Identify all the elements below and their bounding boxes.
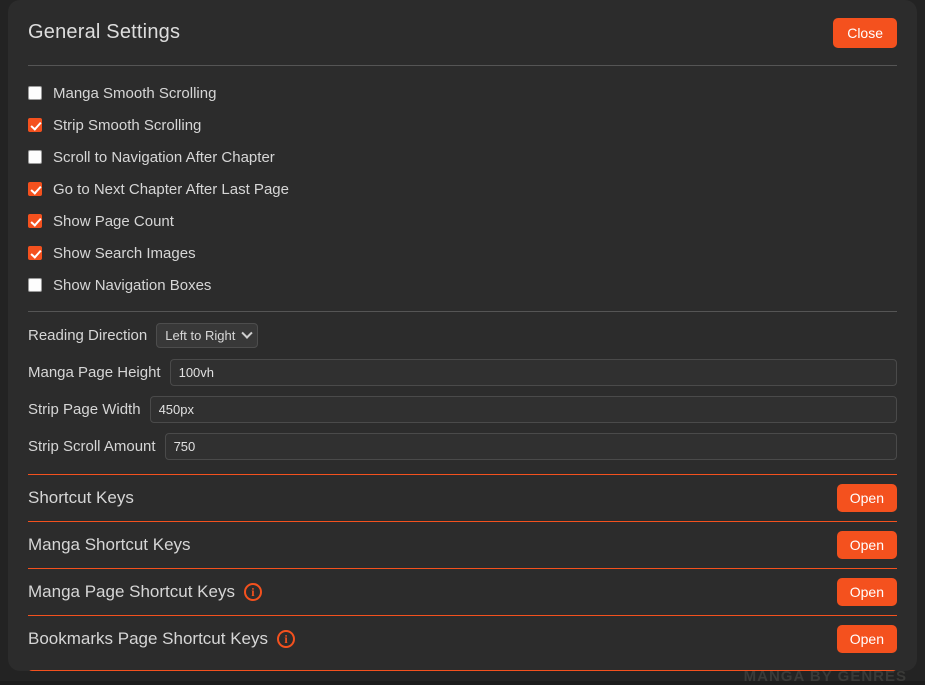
checkbox-label: Show Search Images [53,245,196,262]
checkbox-row-show-navigation-boxes[interactable]: Show Navigation Boxes [28,269,897,301]
close-button-top[interactable]: Close [833,18,897,48]
shortcut-row-manga-page-shortcut-keys: Manga Page Shortcut Keys i Open [28,568,897,615]
open-button-bookmarks-page-shortcut-keys[interactable]: Open [837,625,897,653]
checkbox-row-manga-smooth-scrolling[interactable]: Manga Smooth Scrolling [28,77,897,109]
checkbox-scroll-to-navigation-after-chapter[interactable] [28,150,42,164]
checkbox-label: Manga Smooth Scrolling [53,85,216,102]
shortcut-row-shortcut-keys: Shortcut Keys Open [28,474,897,521]
field-row-strip-scroll-amount: Strip Scroll Amount [28,428,897,465]
shortcut-label: Manga Page Shortcut Keys [28,582,235,602]
info-icon[interactable]: i [277,630,295,648]
shortcut-label: Bookmarks Page Shortcut Keys [28,629,268,649]
info-icon[interactable]: i [244,583,262,601]
checkbox-label: Go to Next Chapter After Last Page [53,181,289,198]
strip-scroll-amount-label: Strip Scroll Amount [28,438,156,455]
strip-scroll-amount-input[interactable] [165,433,897,460]
chevron-down-icon [242,327,253,338]
manga-page-height-label: Manga Page Height [28,364,161,381]
shortcut-label: Manga Shortcut Keys [28,535,191,555]
checkbox-manga-smooth-scrolling[interactable] [28,86,42,100]
shortcut-row-manga-shortcut-keys: Manga Shortcut Keys Open [28,521,897,568]
checkbox-row-show-page-count[interactable]: Show Page Count [28,205,897,237]
shortcut-label-wrap: Bookmarks Page Shortcut Keys i [28,629,295,649]
checkbox-group: Manga Smooth Scrolling Strip Smooth Scro… [28,66,897,312]
checkbox-show-search-images[interactable] [28,246,42,260]
open-button-shortcut-keys[interactable]: Open [837,484,897,512]
page-title: General Settings [28,21,180,44]
checkbox-row-show-search-images[interactable]: Show Search Images [28,237,897,269]
close-button-bottom[interactable]: Close [28,670,897,671]
open-button-manga-page-shortcut-keys[interactable]: Open [837,578,897,606]
shortcut-row-bookmarks-page-shortcut-keys: Bookmarks Page Shortcut Keys i Open [28,615,897,662]
manga-page-height-input[interactable] [170,359,897,386]
open-button-manga-shortcut-keys[interactable]: Open [837,531,897,559]
field-row-manga-page-height: Manga Page Height [28,354,897,391]
field-group: Reading Direction Left to Right Manga Pa… [28,312,897,474]
general-settings-dialog: General Settings Close Manga Smooth Scro… [8,0,917,671]
reading-direction-select[interactable]: Left to Right [156,323,258,348]
checkbox-row-go-to-next-chapter-after-last-page[interactable]: Go to Next Chapter After Last Page [28,173,897,205]
checkbox-row-strip-smooth-scrolling[interactable]: Strip Smooth Scrolling [28,109,897,141]
shortcut-label-wrap: Manga Page Shortcut Keys i [28,582,262,602]
field-row-reading-direction: Reading Direction Left to Right [28,317,897,354]
checkbox-strip-smooth-scrolling[interactable] [28,118,42,132]
checkbox-label: Show Page Count [53,213,174,230]
reading-direction-value: Left to Right [165,328,235,343]
field-row-strip-page-width: Strip Page Width [28,391,897,428]
reading-direction-label: Reading Direction [28,327,147,344]
strip-page-width-label: Strip Page Width [28,401,141,418]
checkbox-row-scroll-to-navigation-after-chapter[interactable]: Scroll to Navigation After Chapter [28,141,897,173]
checkbox-label: Scroll to Navigation After Chapter [53,149,275,166]
dialog-header: General Settings Close [28,0,897,66]
checkbox-go-to-next-chapter-after-last-page[interactable] [28,182,42,196]
checkbox-label: Strip Smooth Scrolling [53,117,201,134]
strip-page-width-input[interactable] [150,396,897,423]
shortcut-label-wrap: Shortcut Keys [28,488,134,508]
checkbox-label: Show Navigation Boxes [53,277,211,294]
checkbox-show-navigation-boxes[interactable] [28,278,42,292]
checkbox-show-page-count[interactable] [28,214,42,228]
shortcut-label-wrap: Manga Shortcut Keys [28,535,191,555]
shortcut-label: Shortcut Keys [28,488,134,508]
